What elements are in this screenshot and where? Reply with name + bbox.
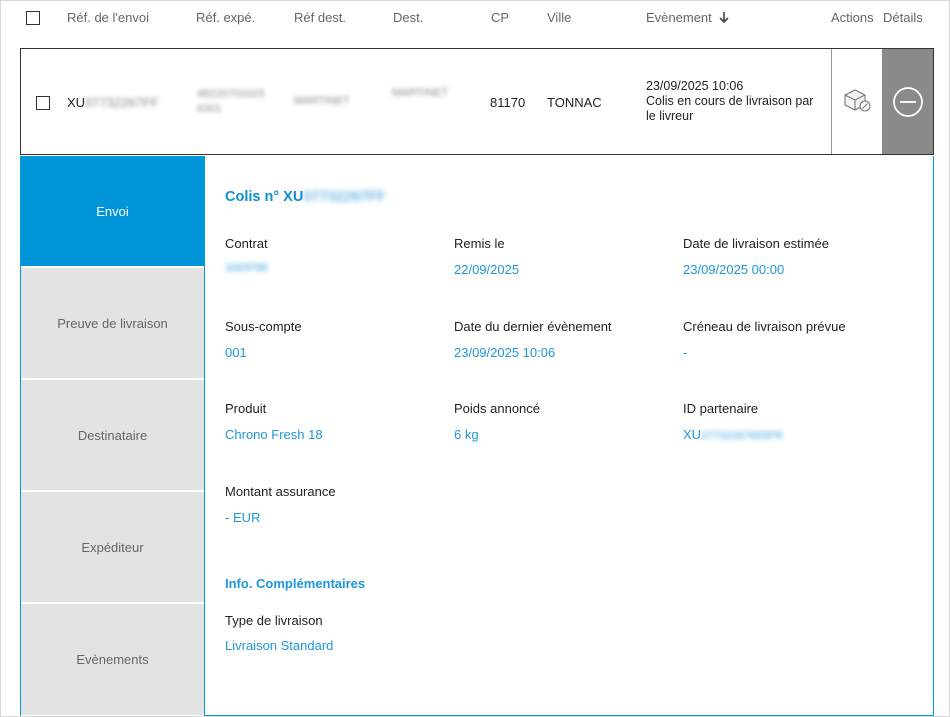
row-event-date: 23/09/2025 10:06 <box>646 79 744 93</box>
produit-value: Chrono Fresh 18 <box>225 427 323 442</box>
row-ref-expe: 48220701023 6301 <box>197 87 264 117</box>
header-ref-expe[interactable]: Réf. expé. <box>196 10 255 25</box>
select-all-checkbox[interactable] <box>26 11 40 25</box>
row-ref-expe-line1: 48220701023 <box>197 88 265 100</box>
parcel-number-title: Colis n° XU07732267FF <box>225 189 386 205</box>
id-partenaire-prefix: XU <box>683 427 702 442</box>
tab-destinataire[interactable]: Destinataire <box>21 380 204 491</box>
header-details: Détails <box>883 10 923 25</box>
poids-annonce-label: Poids annoncé <box>454 401 541 416</box>
header-dest[interactable]: Dest. <box>393 10 423 25</box>
dernier-evenement-label: Date du dernier évènement <box>454 319 612 334</box>
row-cp: 81170 <box>490 95 526 110</box>
actions-cell <box>831 49 884 154</box>
parcel-action-icon[interactable] <box>842 87 872 113</box>
collapse-minus-icon <box>893 87 923 117</box>
envoi-panel: Colis n° XU07732267FF Contrat 1023700 Re… <box>204 156 933 716</box>
details-toggle-button[interactable] <box>882 49 933 154</box>
header-ville[interactable]: Ville <box>547 10 571 25</box>
row-ref-expe-line2: 6301 <box>197 103 222 115</box>
remis-le-label: Remis le <box>454 236 505 251</box>
creneau-livraison-label: Créneau de livraison prévue <box>683 319 846 334</box>
detail-tabs: Envoi Preuve de livraison Destinataire E… <box>21 156 204 716</box>
sort-down-arrow-icon <box>719 12 729 24</box>
row-event-line2: le livreur <box>646 109 694 123</box>
dernier-evenement-value: 23/09/2025 10:06 <box>454 345 556 360</box>
montant-assurance-value: - EUR <box>225 510 261 525</box>
row-ref-envoi-prefix: XU <box>67 95 86 110</box>
header-actions: Actions <box>831 10 874 25</box>
shipment-table: Réf. de l'envoi Réf. expé. Réf dest. Des… <box>0 0 950 717</box>
contrat-value: 1023700 <box>225 262 268 274</box>
header-evenement-label: Evènement <box>646 10 712 25</box>
row-ref-envoi-redacted: 07732267FF <box>85 95 159 110</box>
row-event-line1: Colis en cours de livraison par <box>646 94 814 108</box>
date-livraison-estimee-label: Date de livraison estimée <box>683 236 829 251</box>
row-ville: TONNAC <box>547 95 602 110</box>
info-complementaires-title: Info. Complémentaires <box>225 576 366 591</box>
tab-envoi[interactable]: Envoi <box>21 156 204 267</box>
remis-le-value: 22/09/2025 <box>454 262 520 277</box>
type-livraison-value: Livraison Standard <box>225 638 334 653</box>
tab-expediteur[interactable]: Expéditeur <box>21 492 204 603</box>
id-partenaire-value: XU07732267655FR <box>683 427 783 442</box>
type-livraison-label: Type de livraison <box>225 613 323 628</box>
tab-preuve-de-livraison[interactable]: Preuve de livraison <box>21 268 204 379</box>
produit-label: Produit <box>225 401 267 416</box>
id-partenaire-redacted: 07732267655FR <box>701 430 784 442</box>
table-row[interactable]: XU07732267FF 48220701023 6301 MARTINET MA… <box>20 48 934 155</box>
header-cp[interactable]: CP <box>491 10 509 25</box>
row-checkbox[interactable] <box>36 96 50 110</box>
row-ref-envoi[interactable]: XU07732267FF <box>67 95 159 110</box>
header-ref-envoi[interactable]: Réf. de l'envoi <box>67 10 149 25</box>
parcel-number-prefix: Colis n° XU <box>225 189 304 205</box>
poids-annonce-value: 6 kg <box>454 427 479 442</box>
sous-compte-label: Sous-compte <box>225 319 302 334</box>
header-ref-dest[interactable]: Réf dest. <box>294 10 346 25</box>
shipment-detail: Envoi Preuve de livraison Destinataire E… <box>20 156 934 716</box>
creneau-livraison-value: - <box>683 345 688 360</box>
table-header: Réf. de l'envoi Réf. expé. Réf dest. Des… <box>1 1 949 39</box>
row-ref-dest: MARTINET <box>294 95 351 107</box>
contrat-label: Contrat <box>225 236 268 251</box>
date-livraison-estimee-value: 23/09/2025 00:00 <box>683 262 785 277</box>
header-evenement[interactable]: Evènement <box>646 10 729 25</box>
id-partenaire-label: ID partenaire <box>683 401 759 416</box>
parcel-number-redacted: 07732267FF <box>303 189 386 205</box>
row-event: 23/09/2025 10:06 Colis en cours de livra… <box>646 79 813 124</box>
row-dest: MARTINET <box>392 87 449 99</box>
montant-assurance-label: Montant assurance <box>225 484 336 499</box>
tab-evenements[interactable]: Evènements <box>21 604 204 716</box>
sous-compte-value: 001 <box>225 345 247 360</box>
